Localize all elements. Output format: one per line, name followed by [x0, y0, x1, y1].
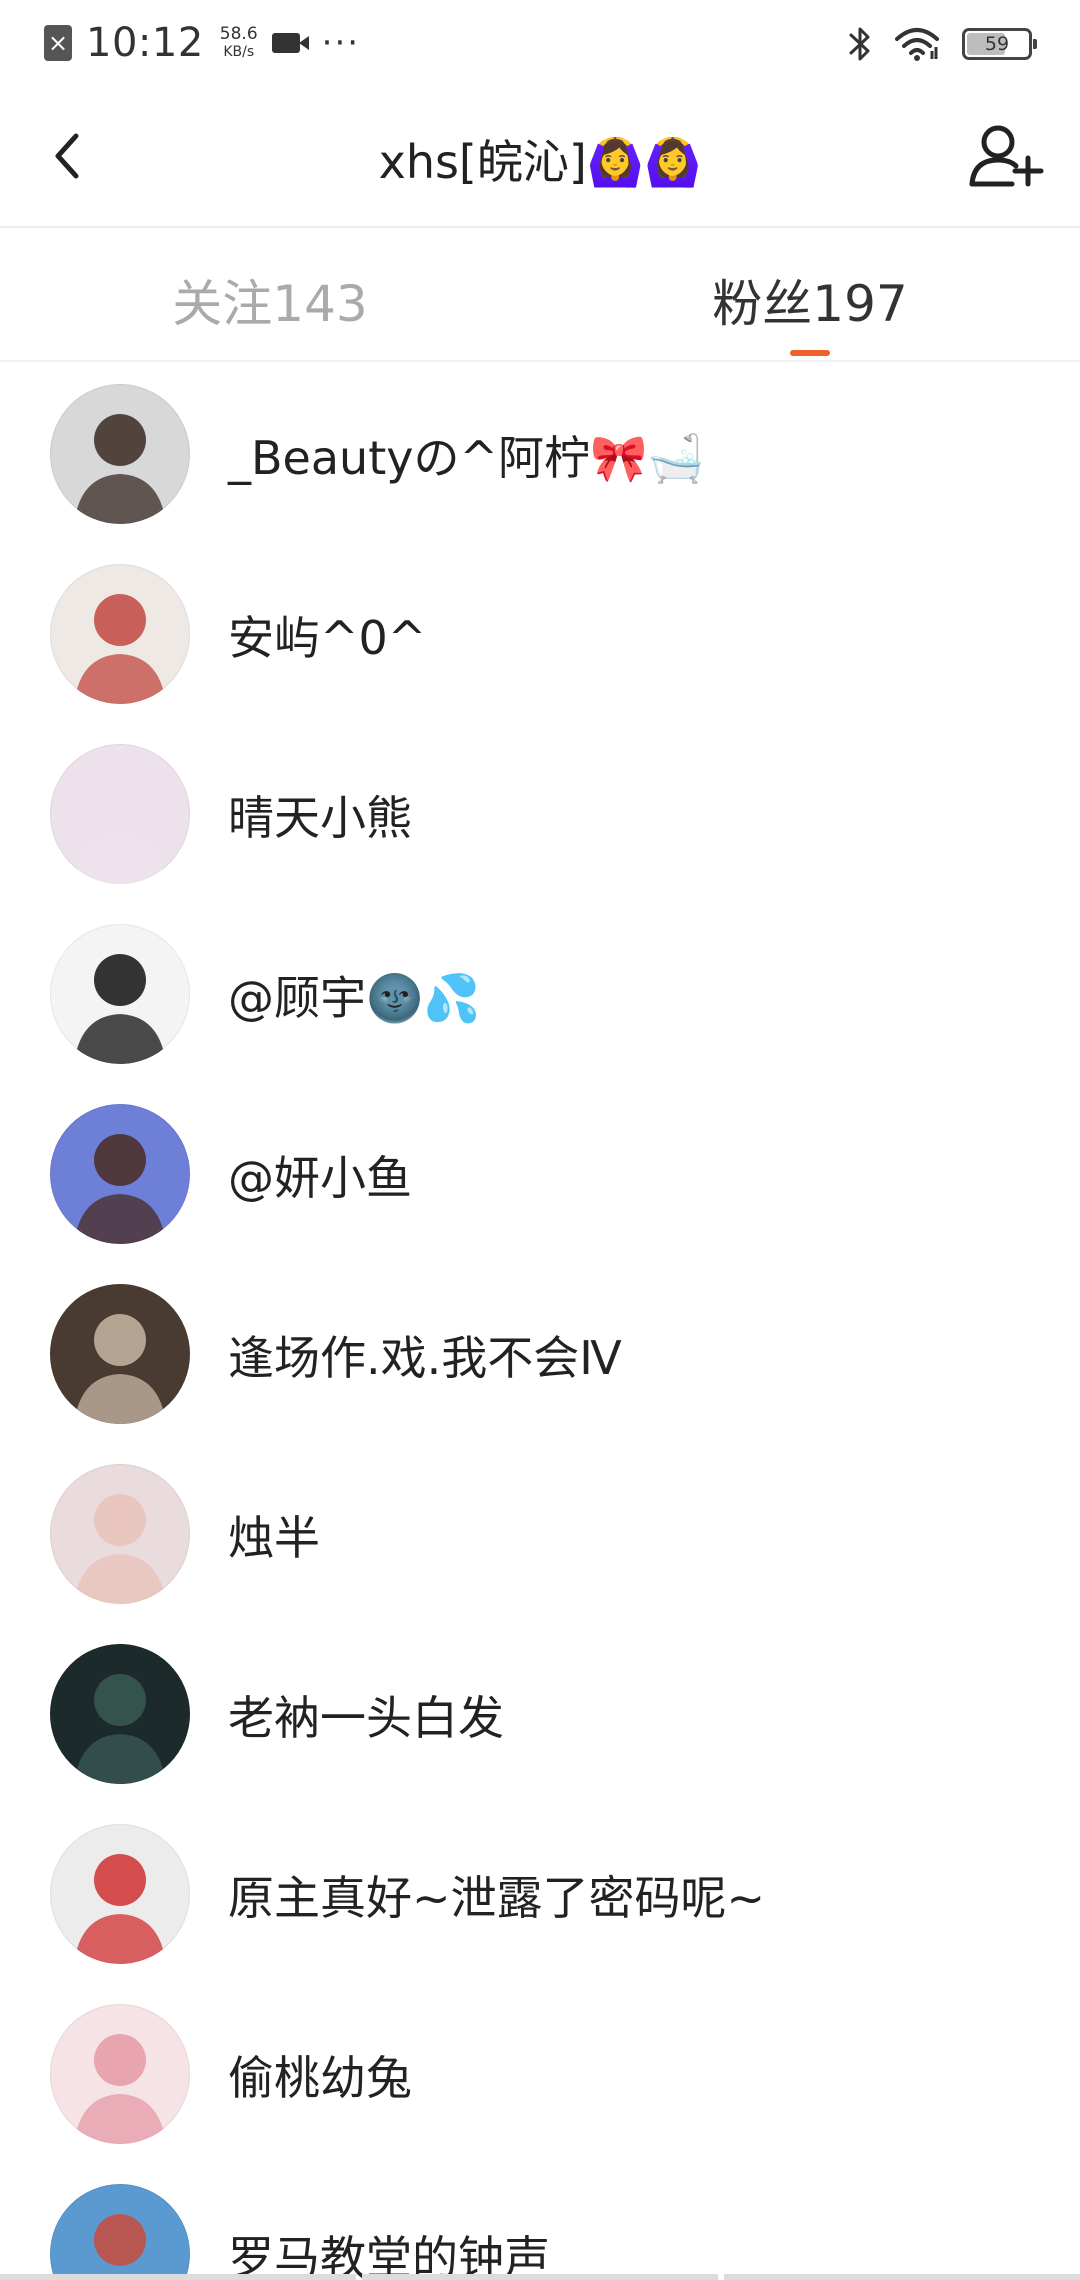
user-name: @妍小鱼 [228, 1151, 412, 1205]
page-title: xhs[皖沁]🙆‍♀️🙆‍♀️ [378, 135, 702, 189]
status-right: 59 [848, 20, 1037, 68]
user-name: 晴天小熊 [228, 791, 412, 845]
more-notifications-icon: ··· [321, 23, 361, 63]
user-name: 偷桃幼兔 [228, 2051, 412, 2105]
tab-following[interactable]: 关注143 [120, 264, 420, 336]
list-item[interactable]: _Beautyの^阿柠🎀🛁 [0, 362, 1080, 542]
back-arrow-icon [55, 133, 79, 179]
status-time: 10:12 [86, 20, 204, 66]
list-item[interactable]: 偷桃幼兔 [0, 1982, 1080, 2162]
network-speed-value: 58.6 [219, 24, 258, 44]
followers-list: _Beautyの^阿柠🎀🛁 安屿^0^ 晴天小熊 @顾宇🌚💦 @妍小鱼逢场作.戏.我不会… [0, 362, 1080, 2280]
avatar[interactable] [50, 1104, 190, 1244]
user-name: 原主真好~泄露了密码呢~ [228, 1871, 766, 1925]
list-item[interactable]: 原主真好~泄露了密码呢~ [0, 1802, 1080, 1982]
battery-icon: 59 [962, 28, 1037, 60]
avatar[interactable] [50, 384, 190, 524]
battery-level: 59 [984, 33, 1010, 55]
video-icon [271, 33, 309, 53]
user-name: @顾宇🌚💦 [228, 971, 481, 1025]
network-speed-unit: KB/s [223, 44, 255, 60]
avatar[interactable] [50, 564, 190, 704]
list-item[interactable]: 罗马教堂的钟声 [0, 2162, 1080, 2280]
avatar[interactable] [50, 1464, 190, 1604]
list-item[interactable]: 逢场作.戏.我不会Ⅳ [0, 1262, 1080, 1442]
user-name: 安屿^0^ [228, 611, 427, 665]
list-item[interactable]: 老衲一头白发 [0, 1622, 1080, 1802]
list-item[interactable]: @顾宇🌚💦 [0, 902, 1080, 1082]
bluetooth-icon [849, 27, 870, 61]
avatar[interactable] [50, 744, 190, 884]
add-friend-button[interactable] [968, 120, 1044, 190]
list-item[interactable]: @妍小鱼 [0, 1082, 1080, 1262]
network-speed: 58.6 KB/s [220, 25, 258, 61]
user-name: 烛半 [228, 1511, 320, 1565]
tab-bar: 关注143 粉丝197 [0, 228, 1080, 362]
tab-followers[interactable]: 粉丝197 [660, 264, 960, 336]
status-left: × 10:12 58.6 KB/s ··· [44, 18, 360, 68]
user-name: 罗马教堂的钟声 [228, 2231, 550, 2280]
bottom-gesture-bar [0, 2274, 1080, 2280]
avatar[interactable] [50, 1644, 190, 1784]
avatar[interactable] [50, 2184, 190, 2280]
avatar[interactable] [50, 2004, 190, 2144]
list-item[interactable]: 晴天小熊 [0, 722, 1080, 902]
wifi-icon [895, 28, 939, 61]
user-name: 逢场作.戏.我不会Ⅳ [228, 1331, 622, 1385]
avatar[interactable] [50, 924, 190, 1064]
active-tab-indicator [790, 350, 830, 356]
list-item[interactable]: 安屿^0^ [0, 542, 1080, 722]
avatar[interactable] [50, 1284, 190, 1424]
sim-off-icon: × [44, 25, 72, 61]
user-name: _Beautyの^阿柠🎀🛁 [228, 431, 705, 485]
avatar[interactable] [50, 1824, 190, 1964]
list-item[interactable]: 烛半 [0, 1442, 1080, 1622]
status-bar: × 10:12 58.6 KB/s ··· 59 [0, 0, 1080, 86]
top-nav-bar: xhs[皖沁]🙆‍♀️🙆‍♀️ [0, 86, 1080, 228]
add-friend-icon [969, 125, 1044, 187]
user-name: 老衲一头白发 [228, 1691, 504, 1745]
back-button[interactable] [40, 124, 100, 188]
